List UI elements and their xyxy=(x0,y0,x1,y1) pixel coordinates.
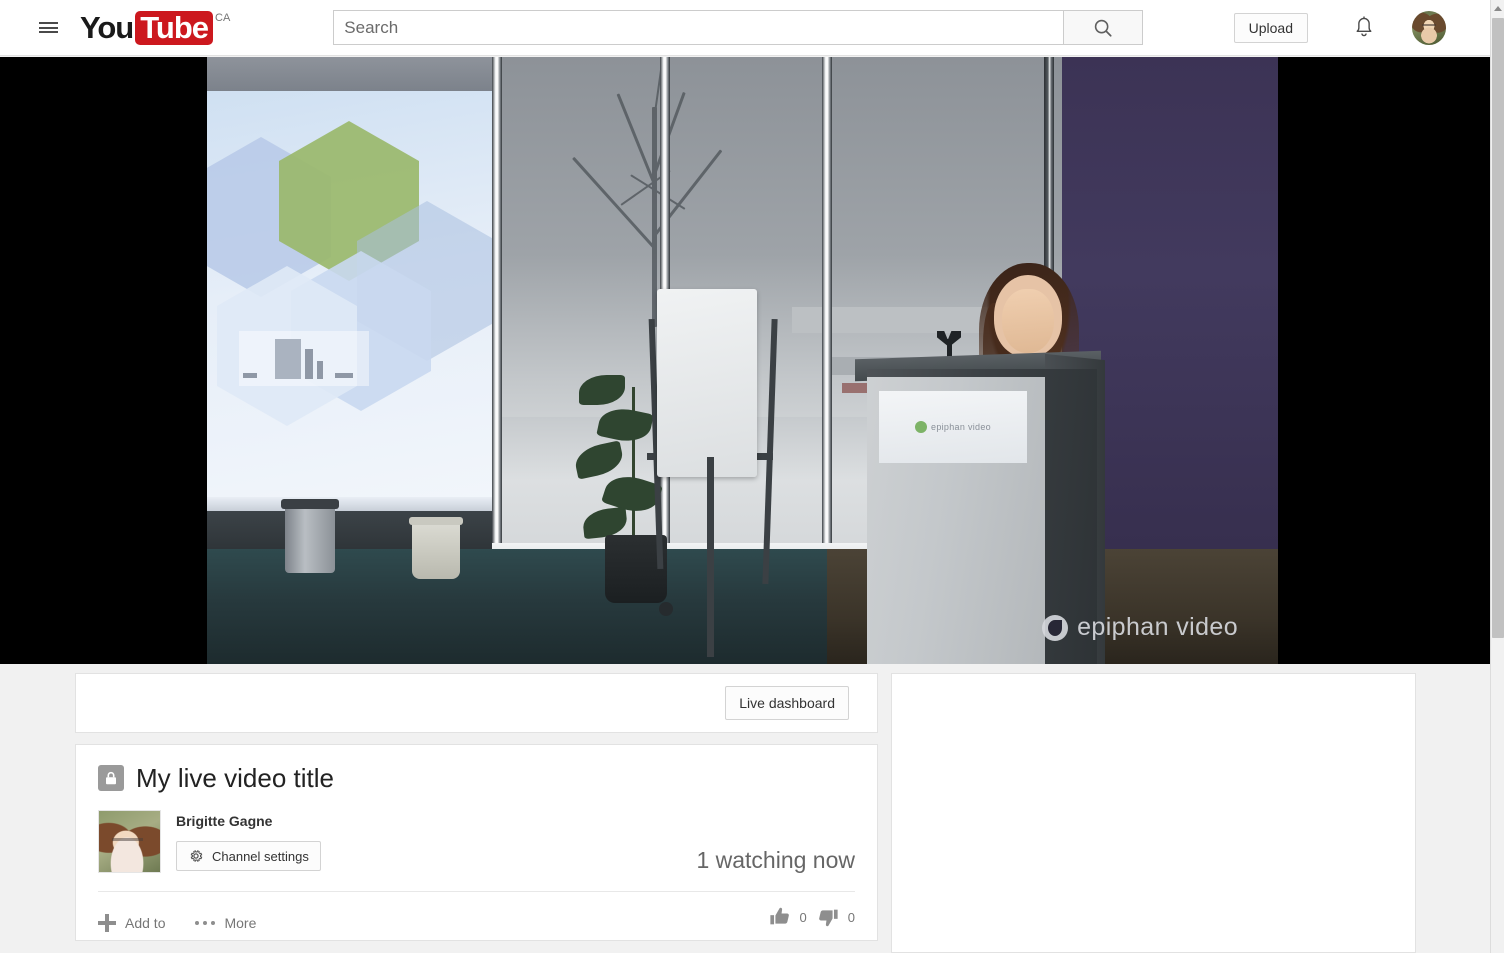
channel-name[interactable]: Brigitte Gagne xyxy=(176,812,321,830)
video-info-card: My live video title Brigitte Gagne Chann… xyxy=(75,744,878,941)
lock-icon xyxy=(98,765,124,791)
live-dashboard-button[interactable]: Live dashboard xyxy=(725,686,849,720)
bell-icon xyxy=(1356,15,1372,36)
video-player[interactable]: epiphan video epiphan video xyxy=(0,57,1490,664)
scene-projection-screen xyxy=(207,91,492,511)
page-scrollbar[interactable] xyxy=(1490,0,1504,953)
scene-waste-bin xyxy=(285,505,335,573)
video-watermark: epiphan video xyxy=(1042,613,1238,642)
scrollbar-thumb[interactable] xyxy=(1492,18,1504,638)
hamburger-menu-icon xyxy=(38,20,58,36)
primary-column: Live dashboard My live video title Brigi… xyxy=(75,673,878,941)
scene-podium-sign: epiphan video xyxy=(879,391,1027,463)
lock-glyph xyxy=(106,771,116,784)
youtube-logo[interactable]: You Tube CA xyxy=(80,9,231,45)
video-actions-row: Add to More 0 0 xyxy=(98,906,855,940)
rating-group: 0 0 xyxy=(769,906,855,928)
logo-you-text: You xyxy=(80,9,134,45)
scene-easel-leg xyxy=(707,457,714,657)
video-title-row: My live video title xyxy=(98,763,855,793)
live-dashboard-label: Live dashboard xyxy=(739,695,835,711)
scroll-up-arrow-icon[interactable] xyxy=(1491,0,1504,16)
upload-button[interactable]: Upload xyxy=(1233,12,1308,43)
like-count: 0 xyxy=(799,909,807,925)
video-frame: epiphan video epiphan video xyxy=(207,57,1278,664)
masthead: You Tube CA Upload xyxy=(0,0,1490,56)
video-scene: epiphan video epiphan video xyxy=(207,57,1278,664)
page-title: My live video title xyxy=(136,763,334,793)
scene-flipchart-board xyxy=(657,289,757,477)
channel-avatar[interactable] xyxy=(98,810,161,873)
scene-presenter-face xyxy=(1002,289,1054,353)
ellipsis-icon xyxy=(195,921,216,925)
more-button[interactable]: More xyxy=(195,915,256,931)
guide-menu-button[interactable] xyxy=(28,8,68,48)
gear-icon xyxy=(190,850,203,862)
dislike-button[interactable]: 0 xyxy=(817,906,855,928)
podium-sign-text: epiphan video xyxy=(931,422,991,432)
watermark-text: epiphan video xyxy=(1077,613,1238,641)
masthead-actions: Upload xyxy=(1233,8,1446,48)
scene-small-planter-rim xyxy=(409,517,463,525)
account-avatar[interactable] xyxy=(1412,10,1446,45)
channel-settings-label: Channel settings xyxy=(212,848,309,864)
add-to-button[interactable]: Add to xyxy=(98,914,165,932)
scene-easel-wheel xyxy=(659,602,673,616)
scene-waste-bin-lid xyxy=(281,499,339,509)
channel-settings-button[interactable]: Channel settings xyxy=(176,841,321,871)
search-button[interactable] xyxy=(1063,10,1144,45)
channel-row: Brigitte Gagne Channel settings 1 watchi… xyxy=(98,810,855,892)
dislike-count: 0 xyxy=(847,909,855,925)
plus-icon xyxy=(98,914,116,932)
channel-avatar-image xyxy=(99,811,160,872)
search-form xyxy=(333,10,1144,45)
thumbs-down-icon xyxy=(818,909,838,927)
like-button[interactable]: 0 xyxy=(769,906,807,928)
logo-country-code: CA xyxy=(215,11,231,24)
channel-meta: Brigitte Gagne Channel settings xyxy=(176,810,321,871)
live-dashboard-bar: Live dashboard xyxy=(75,673,878,733)
watch-content: Live dashboard My live video title Brigi… xyxy=(0,664,1490,953)
watching-now-count: 1 watching now xyxy=(696,847,855,873)
more-label: More xyxy=(224,915,257,931)
secondary-column xyxy=(891,673,1416,953)
search-input[interactable] xyxy=(333,10,1064,45)
youtube-live-watch-page: You Tube CA Upload xyxy=(0,0,1504,953)
notifications-button[interactable] xyxy=(1342,8,1386,48)
epiphan-watermark-icon xyxy=(1042,614,1069,641)
thumbs-up-icon xyxy=(769,907,789,925)
scene-small-planter xyxy=(412,521,460,579)
epiphan-logo-icon xyxy=(915,421,928,433)
upload-label: Upload xyxy=(1248,19,1293,36)
avatar-image xyxy=(1412,10,1446,45)
logo-tube-text: Tube xyxy=(135,10,213,45)
search-icon xyxy=(1095,19,1112,37)
add-to-label: Add to xyxy=(125,915,166,931)
